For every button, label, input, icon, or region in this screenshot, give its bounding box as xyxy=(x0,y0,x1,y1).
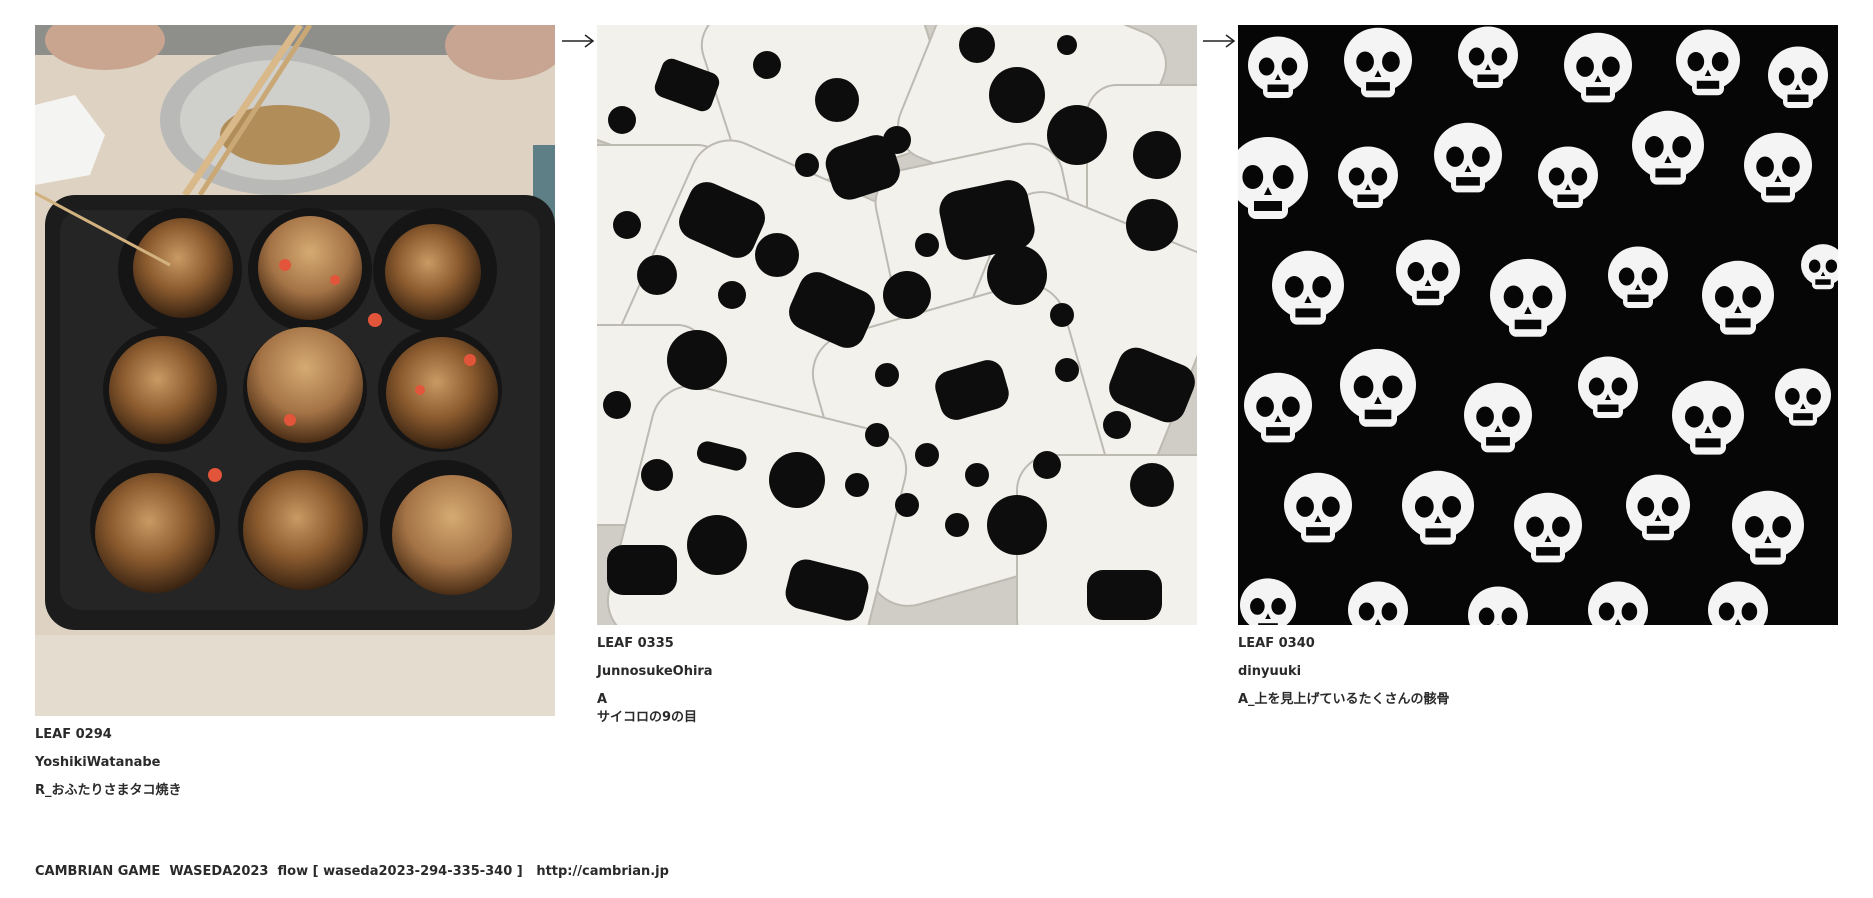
arrow-right-icon xyxy=(561,33,595,49)
leaf-0294-image[interactable] xyxy=(35,25,555,716)
leaf-id: LEAF 0340 xyxy=(1238,636,1315,651)
leaf-id: LEAF 0335 xyxy=(597,636,674,651)
arrow-right-icon xyxy=(1202,33,1236,49)
leaf-0340-meta: LEAF 0340 dinyuuki A_上を見上げているたくさんの骸骨 xyxy=(1238,635,1838,709)
leaf-caption: R_おふたりさまタコ焼き xyxy=(35,783,182,798)
leaf-author: YoshikiWatanabe xyxy=(35,755,161,770)
footer-credit: CAMBRIAN GAME WASEDA2023 flow [ waseda20… xyxy=(35,864,669,879)
leaf-0294-meta: LEAF 0294 YoshikiWatanabe R_おふたりさまタコ焼き xyxy=(35,726,555,800)
leaf-0340-image[interactable] xyxy=(1238,25,1838,625)
leaf-0340: LEAF 0340 dinyuuki A_上を見上げているたくさんの骸骨 xyxy=(1238,25,1838,719)
leaf-caption: A サイコロの9の目 xyxy=(597,692,698,725)
leaf-author: JunnosukeOhira xyxy=(597,664,713,679)
leaf-caption: A_上を見上げているたくさんの骸骨 xyxy=(1238,692,1450,707)
leaf-author: dinyuuki xyxy=(1238,664,1302,679)
leaf-0335-image[interactable] xyxy=(597,25,1197,625)
leaf-0335-meta: LEAF 0335 JunnosukeOhira A サイコロの9の目 xyxy=(597,635,1197,727)
leaf-0294: LEAF 0294 YoshikiWatanabe R_おふたりさまタコ焼き xyxy=(35,25,555,810)
leaf-0335: LEAF 0335 JunnosukeOhira A サイコロの9の目 xyxy=(597,25,1197,737)
leaf-id: LEAF 0294 xyxy=(35,727,112,742)
